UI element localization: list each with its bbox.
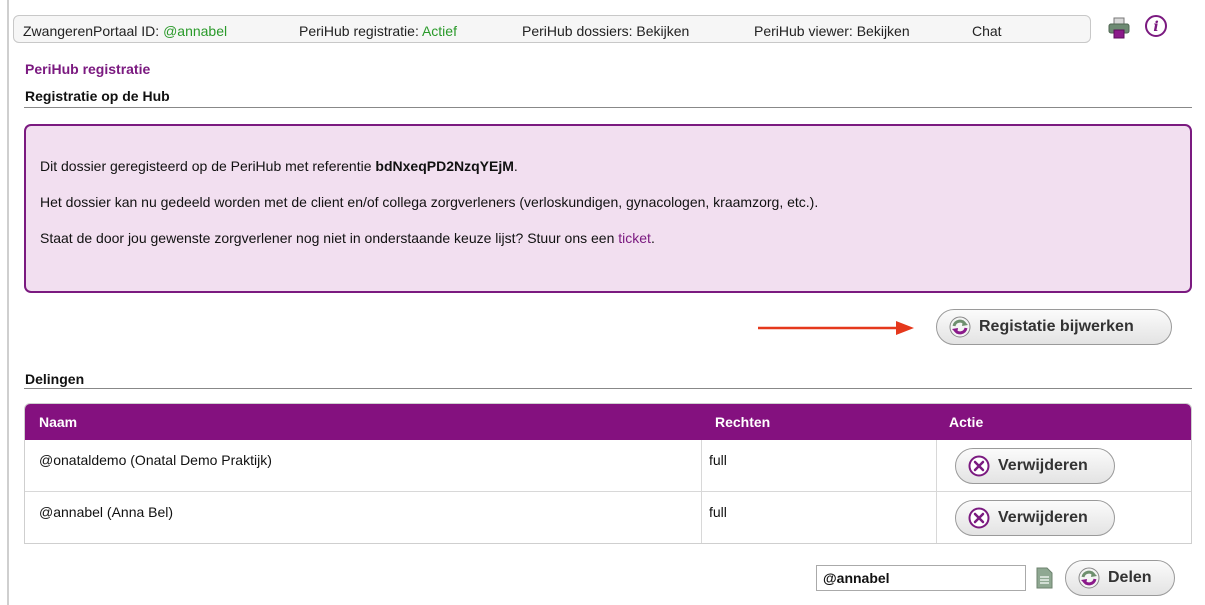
column-header-naam: Naam <box>39 414 78 430</box>
remove-icon <box>968 507 990 529</box>
column-divider <box>936 440 937 543</box>
registration-info-box: Dit dossier geregisteerd op de PeriHub m… <box>24 124 1192 293</box>
portal-id-label: ZwangerenPortaal ID: <box>23 23 160 39</box>
delete-share-button[interactable]: Verwijderen <box>955 448 1115 484</box>
chat-link[interactable]: Chat <box>972 23 1002 39</box>
reference-suffix: . <box>513 158 518 174</box>
update-registration-button[interactable]: Registatie bijwerken <box>936 309 1172 345</box>
delete-share-button[interactable]: Verwijderen <box>955 500 1115 536</box>
column-header-rechten: Rechten <box>715 414 771 430</box>
cell-naam: @onataldemo (Onatal Demo Praktijk) <box>39 452 272 468</box>
registration-reference-text: Dit dossier geregisteerd op de PeriHub m… <box>40 158 518 174</box>
reference-prefix: Dit dossier geregisteerd op de PeriHub m… <box>40 158 376 174</box>
left-border <box>7 0 9 605</box>
perihub-dossiers-link[interactable]: PeriHub dossiers: Bekijken <box>522 23 689 39</box>
top-nav-bar: ZwangerenPortaal ID: @annabel PeriHub re… <box>13 15 1091 43</box>
section-heading-delingen: Delingen <box>25 371 85 387</box>
share-user-input[interactable] <box>816 565 1026 591</box>
reference-code: bdNxeqPD2NzqYEjM <box>375 158 514 174</box>
page-title: PeriHub registratie <box>25 61 151 77</box>
portal-id-link[interactable]: @annabel <box>163 23 227 39</box>
cell-rechten: full <box>709 452 727 468</box>
info-icon[interactable]: i <box>1145 15 1167 37</box>
portal-id-item: ZwangerenPortaal ID: @annabel <box>23 23 227 39</box>
svg-text:i: i <box>1153 19 1158 35</box>
table-header: Naam Rechten Actie <box>25 404 1191 440</box>
column-divider <box>701 440 702 543</box>
section-divider <box>24 107 1192 108</box>
ticket-prefix: Staat de door jou gewenste zorgverlener … <box>40 230 619 246</box>
section-heading-registratie: Registratie op de Hub <box>25 88 170 104</box>
share-button-label: Delen <box>1108 569 1152 586</box>
remove-icon <box>968 455 990 477</box>
document-icon[interactable] <box>1034 566 1054 590</box>
ticket-info-text: Staat de door jou gewenste zorgverlener … <box>40 230 655 246</box>
delete-share-label: Verwijderen <box>998 457 1088 474</box>
cell-naam: @annabel (Anna Bel) <box>39 504 174 520</box>
perihub-registratie-item: PeriHub registratie: Actief <box>299 23 457 39</box>
share-info-text: Het dossier kan nu gedeeld worden met de… <box>40 194 819 210</box>
cell-rechten: full <box>709 504 727 520</box>
arrow-annotation-icon <box>758 321 914 335</box>
refresh-icon <box>1078 567 1100 589</box>
registratie-label: PeriHub registratie: <box>299 23 419 39</box>
printer-icon[interactable] <box>1108 17 1130 39</box>
delete-share-label: Verwijderen <box>998 509 1088 526</box>
ticket-link[interactable]: ticket <box>618 230 651 246</box>
perihub-viewer-link[interactable]: PeriHub viewer: Bekijken <box>754 23 910 39</box>
section-divider <box>24 388 1192 389</box>
refresh-icon <box>949 316 971 338</box>
column-header-actie: Actie <box>949 414 984 430</box>
registratie-status-link[interactable]: Actief <box>422 23 457 39</box>
ticket-suffix: . <box>650 230 655 246</box>
share-button[interactable]: Delen <box>1065 560 1175 596</box>
update-registration-label: Registatie bijwerken <box>979 318 1134 335</box>
